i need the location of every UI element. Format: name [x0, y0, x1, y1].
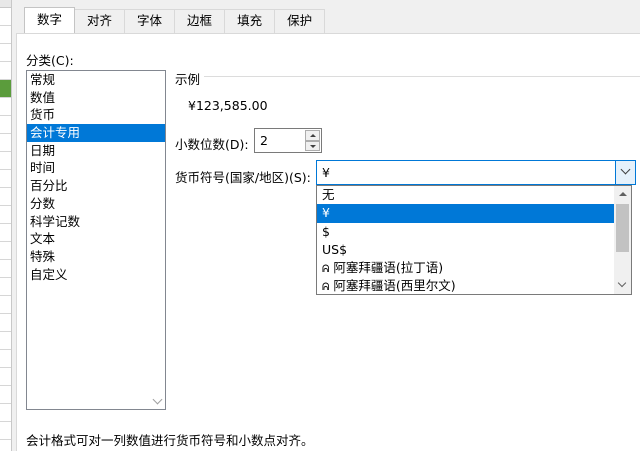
- tab-font[interactable]: 字体: [124, 9, 176, 33]
- currency-option-none[interactable]: 无: [317, 186, 631, 204]
- decimal-places-input[interactable]: [255, 129, 305, 152]
- category-item-special[interactable]: 特殊: [27, 248, 165, 266]
- category-scrollbar[interactable]: [149, 71, 165, 409]
- currency-option-azerbaijani-latin[interactable]: ᕱ 阿塞拜疆语(拉丁语): [317, 259, 631, 277]
- scroll-down-icon[interactable]: [617, 278, 627, 288]
- currency-option-usd[interactable]: US$: [317, 241, 631, 259]
- language-icon: ᕱ: [322, 282, 330, 294]
- dropdown-button[interactable]: [615, 161, 635, 184]
- option-label: 阿塞拜疆语(西里尔文): [333, 278, 456, 294]
- spin-up-button[interactable]: [305, 130, 320, 141]
- currency-dropdown-list[interactable]: 无 ¥ $ US$ ᕱ 阿塞拜疆语(拉丁语) ᕱ 阿塞拜疆语(西里尔文): [316, 185, 632, 295]
- chevron-down-icon[interactable]: [152, 394, 163, 405]
- format-cells-dialog: 数字 对齐 字体 边框 填充 保护 分类(C): 常规 数值 货币 会计专用 日…: [12, 0, 640, 451]
- category-item-text[interactable]: 文本: [27, 230, 165, 248]
- language-icon: ᕱ: [322, 264, 330, 276]
- category-item-accounting[interactable]: 会计专用: [27, 124, 165, 142]
- category-list[interactable]: 常规 数值 货币 会计专用 日期 时间 百分比 分数 科学记数 文本 特殊 自定…: [26, 70, 166, 410]
- currency-list-scrollbar[interactable]: [614, 186, 631, 294]
- category-item-date[interactable]: 日期: [27, 142, 165, 160]
- currency-option-dollar[interactable]: $: [317, 223, 631, 241]
- category-item-percentage[interactable]: 百分比: [27, 177, 165, 195]
- category-item-fraction[interactable]: 分数: [27, 195, 165, 213]
- category-item-general[interactable]: 常规: [27, 71, 165, 89]
- category-item-time[interactable]: 时间: [27, 159, 165, 177]
- scroll-up-icon[interactable]: [619, 192, 627, 196]
- spin-down-button[interactable]: [305, 140, 320, 151]
- currency-symbol-label: 货币符号(国家/地区)(S):: [175, 170, 311, 185]
- tab-alignment[interactable]: 对齐: [74, 9, 126, 33]
- option-label: 阿塞拜疆语(拉丁语): [333, 260, 444, 276]
- tab-bar: 数字 对齐 字体 边框 填充 保护: [24, 7, 326, 33]
- tab-border[interactable]: 边框: [174, 9, 226, 33]
- tab-protection[interactable]: 保护: [274, 9, 326, 33]
- sample-value: ¥123,585.00: [188, 98, 268, 113]
- scrollbar-thumb[interactable]: [616, 204, 629, 252]
- category-item-number[interactable]: 数值: [27, 89, 165, 107]
- category-label: 分类(C):: [26, 53, 74, 68]
- spreadsheet-edge: [0, 0, 12, 451]
- tab-fill[interactable]: 填充: [224, 9, 276, 33]
- currency-symbol-select[interactable]: ¥: [316, 160, 636, 185]
- format-description: 会计格式可对一列数值进行货币符号和小数点对齐。: [26, 433, 314, 448]
- category-item-scientific[interactable]: 科学记数: [27, 213, 165, 231]
- currency-option-azerbaijani-cyrillic[interactable]: ᕱ 阿塞拜疆语(西里尔文): [317, 277, 631, 294]
- tab-number[interactable]: 数字: [24, 7, 76, 33]
- currency-option-yen[interactable]: ¥: [317, 204, 631, 223]
- triangle-down-icon: [310, 144, 316, 148]
- triangle-up-icon: [310, 134, 316, 137]
- sample-label: 示例: [175, 69, 205, 88]
- category-item-custom[interactable]: 自定义: [27, 266, 165, 284]
- category-item-currency[interactable]: 货币: [27, 106, 165, 124]
- decimal-places-label: 小数位数(D):: [175, 137, 249, 152]
- currency-symbol-value: ¥: [322, 165, 330, 180]
- decimal-places-stepper[interactable]: [254, 128, 322, 153]
- chevron-down-icon: [620, 164, 631, 175]
